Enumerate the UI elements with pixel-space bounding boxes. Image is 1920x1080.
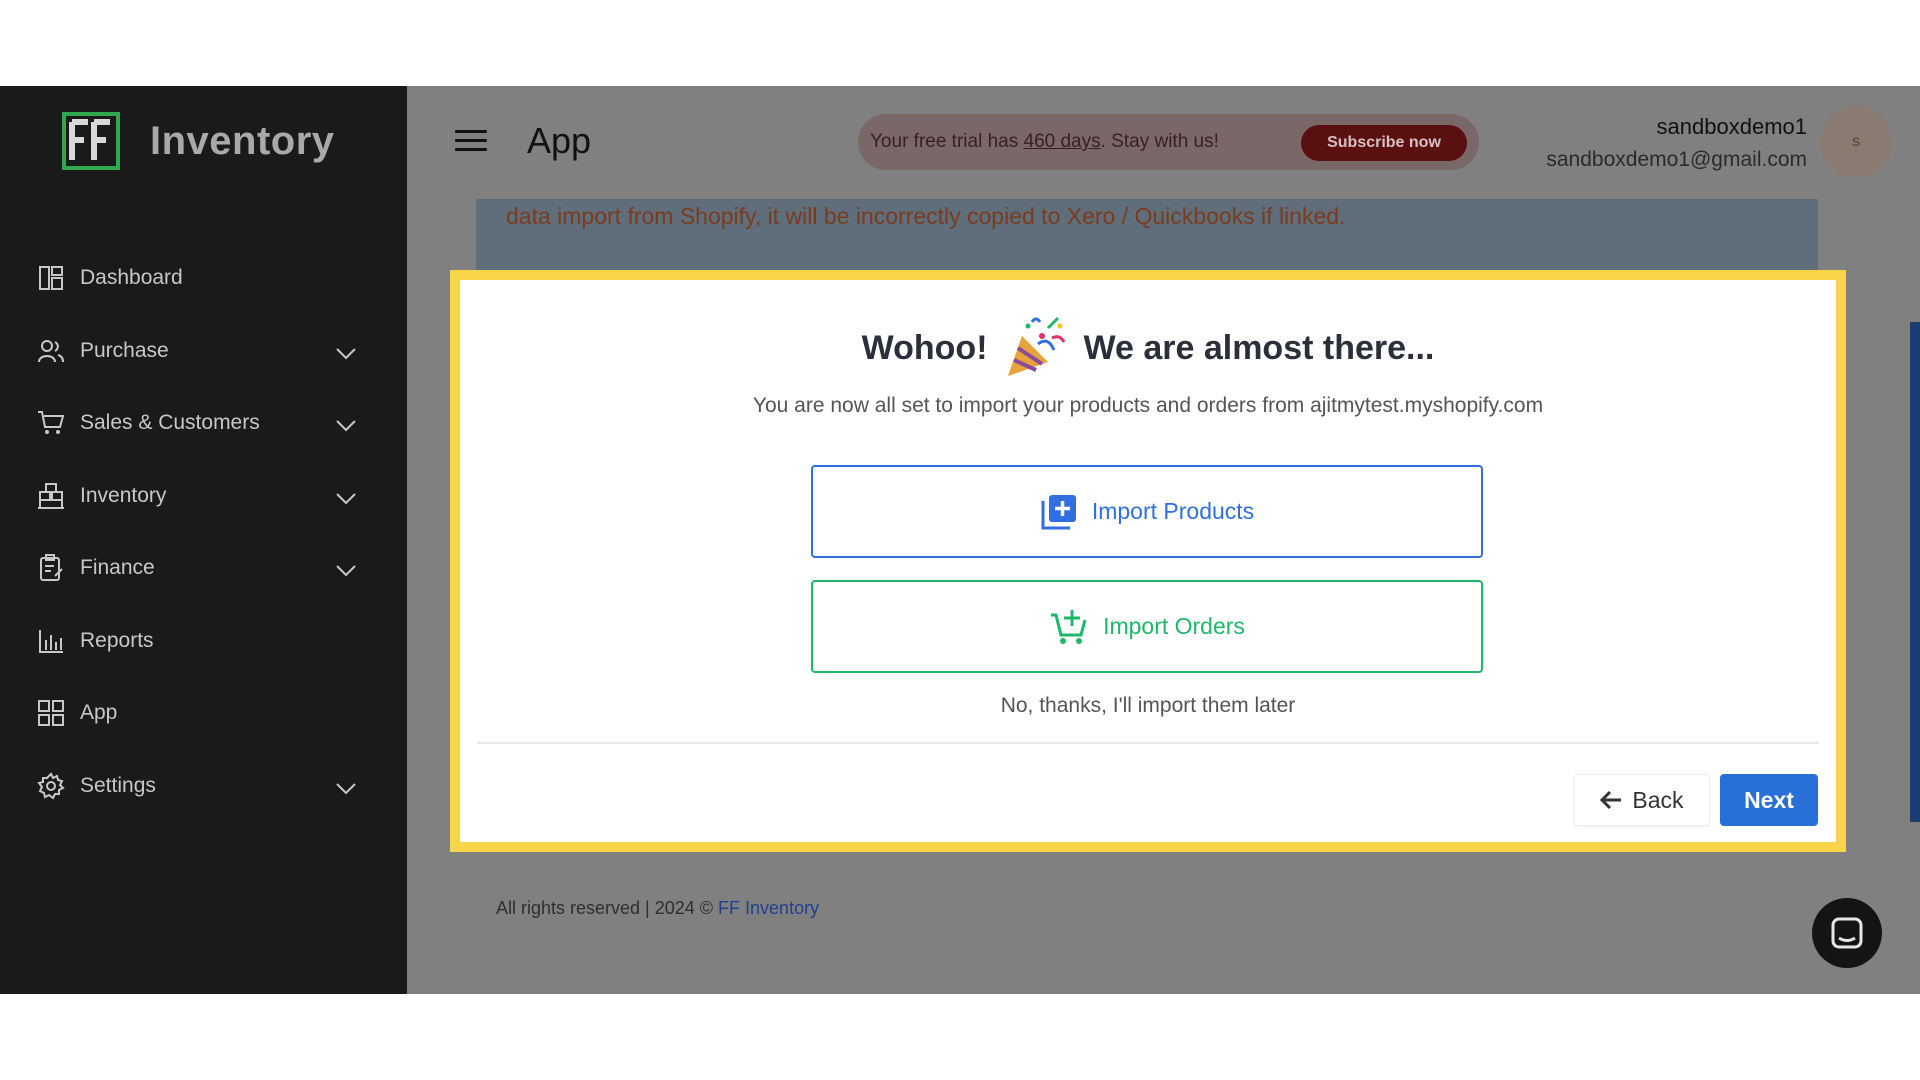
import-products-button[interactable]: Import Products — [811, 465, 1483, 558]
import-orders-label: Import Orders — [1103, 613, 1245, 639]
import-modal: Wohoo! We are almost there... You are no… — [450, 270, 1846, 852]
sidebar-item-inventory[interactable]: Inventory — [0, 460, 407, 533]
sidebar-item-label: Dashboard — [80, 266, 183, 290]
back-button[interactable]: Back — [1574, 774, 1710, 826]
footer-text: All rights reserved | 2024 © — [496, 898, 719, 918]
chat-button[interactable] — [1812, 898, 1882, 968]
sidebar-item-label: Settings — [80, 773, 156, 797]
ff-logo-icon — [62, 112, 120, 170]
modal-title: Wohoo! We are almost there... — [460, 314, 1836, 382]
sidebar-item-reports[interactable]: Reports — [0, 605, 407, 678]
sidebar-item-label: Reports — [80, 628, 154, 652]
chevron-down-icon — [336, 347, 356, 359]
modal-title-left: Wohoo! — [861, 328, 988, 367]
sidebar-item-settings[interactable]: Settings — [0, 750, 407, 823]
clipboard-icon — [36, 553, 66, 583]
cart-icon — [36, 408, 66, 438]
chevron-down-icon — [336, 782, 356, 794]
page-title: App — [527, 120, 592, 161]
chat-icon — [1831, 917, 1863, 949]
add-products-icon — [1041, 494, 1076, 529]
brand[interactable]: Inventory — [62, 112, 335, 170]
sidebar: Inventory Dashboard Purchase Sales & Cus… — [0, 86, 407, 994]
scrollbar[interactable] — [1910, 322, 1920, 822]
warehouse-icon — [36, 481, 66, 511]
subscribe-button[interactable]: Subscribe now — [1301, 125, 1467, 161]
users-icon — [36, 336, 66, 366]
warning-text: data import from Shopify, it will be inc… — [506, 203, 1346, 229]
user-name: sandboxdemo1 — [1656, 114, 1807, 139]
menu-icon[interactable] — [455, 130, 487, 156]
grid-icon — [36, 698, 66, 728]
footer-link[interactable]: FF Inventory — [718, 898, 819, 918]
sidebar-item-finance[interactable]: Finance — [0, 532, 407, 605]
sidebar-item-dashboard[interactable]: Dashboard — [0, 242, 407, 315]
party-popper-icon — [1007, 316, 1065, 376]
sidebar-item-label: App — [80, 701, 118, 725]
next-button[interactable]: Next — [1720, 774, 1818, 826]
cart-add-icon — [1051, 609, 1087, 644]
sidebar-item-app[interactable]: App — [0, 677, 407, 750]
sidebar-item-label: Finance — [80, 556, 155, 580]
import-orders-button[interactable]: Import Orders — [811, 580, 1483, 673]
sidebar-item-sales-customers[interactable]: Sales & Customers — [0, 387, 407, 460]
sidebar-item-label: Inventory — [80, 483, 167, 507]
back-label: Back — [1632, 786, 1684, 813]
modal-subtitle: You are now all set to import your produ… — [752, 394, 1544, 417]
brand-name: Inventory — [150, 118, 335, 163]
import-products-label: Import Products — [1091, 498, 1255, 524]
chevron-down-icon — [336, 565, 356, 577]
modal-divider — [477, 742, 1819, 744]
gear-icon — [36, 771, 66, 801]
sidebar-item-purchase[interactable]: Purchase — [0, 315, 407, 388]
app-frame: Inventory Dashboard Purchase Sales & Cus… — [0, 86, 1920, 994]
bar-chart-icon — [36, 626, 66, 656]
skip-import-link[interactable]: No, thanks, I'll import them later — [460, 694, 1836, 718]
dashboard-icon — [36, 263, 66, 293]
trial-days-link[interactable]: 460 days — [1024, 131, 1101, 152]
sidebar-item-label: Purchase — [80, 338, 169, 362]
sidebar-item-label: Sales & Customers — [80, 411, 260, 435]
sidebar-nav: Dashboard Purchase Sales & Customers Inv… — [0, 242, 407, 822]
modal-title-right: We are almost there... — [1083, 328, 1435, 367]
avatar[interactable]: s — [1820, 106, 1892, 178]
chevron-down-icon — [336, 420, 356, 432]
top-bar: App Your free trial has 460 days. Stay w… — [407, 86, 1920, 199]
arrow-left-icon — [1600, 790, 1622, 810]
trial-banner: Your free trial has 460 days. Stay with … — [858, 114, 1479, 170]
footer: All rights reserved | 2024 © FF Inventor… — [496, 898, 819, 919]
chevron-down-icon — [336, 492, 356, 504]
user-email: sandboxdemo1@gmail.com — [1546, 148, 1807, 171]
trial-text: Your free trial has 460 days. Stay with … — [870, 131, 1219, 152]
